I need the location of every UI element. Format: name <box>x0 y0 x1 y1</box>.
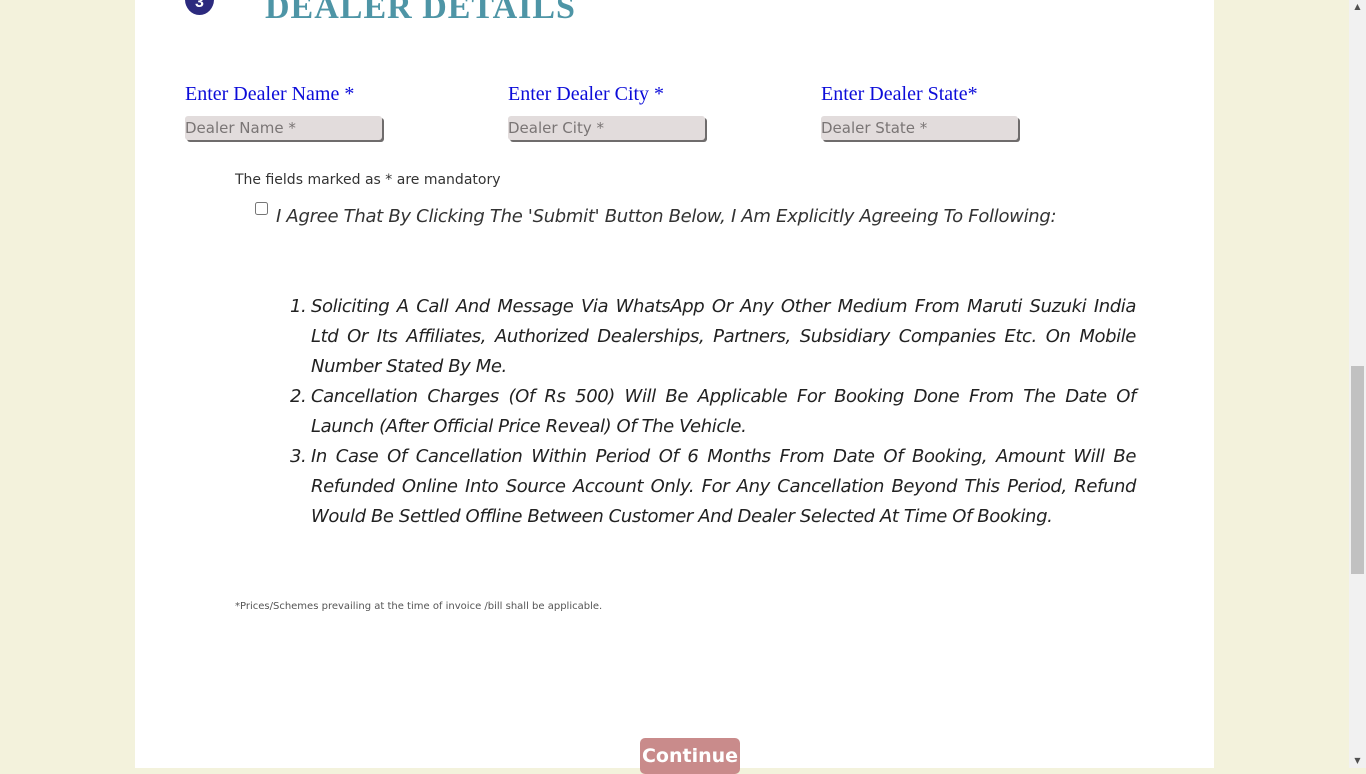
terms-list: 1. Soliciting A Call And Message Via Wha… <box>290 292 1136 532</box>
agree-text: I Agree That By Clicking The 'Submit' Bu… <box>276 206 1057 227</box>
terms-item-text: Cancellation Charges (Of Rs 500) Will Be… <box>311 386 1136 437</box>
terms-item: 3. In Case Of Cancellation Within Period… <box>290 442 1136 532</box>
mandatory-fields-note: The fields marked as * are mandatory <box>235 172 501 188</box>
terms-item: 1. Soliciting A Call And Message Via Wha… <box>290 292 1136 382</box>
scroll-up-arrow-icon[interactable]: ▲ <box>1349 0 1366 14</box>
terms-item-text: In Case Of Cancellation Within Period Of… <box>311 446 1136 527</box>
scroll-down-arrow-icon[interactable]: ▼ <box>1349 754 1366 768</box>
section-title: DEALER DETAILS <box>265 0 576 26</box>
dealer-name-input[interactable] <box>185 116 382 140</box>
price-disclaimer: *Prices/Schemes prevailing at the time o… <box>235 601 603 612</box>
scrollbar-thumb[interactable] <box>1351 366 1364 574</box>
terms-item: 2. Cancellation Charges (Of Rs 500) Will… <box>290 382 1136 442</box>
dealer-state-label: Enter Dealer State* <box>821 83 978 105</box>
dealer-city-input[interactable] <box>508 116 705 140</box>
dealer-city-label: Enter Dealer City * <box>508 83 665 105</box>
terms-item-text: Soliciting A Call And Message Via WhatsA… <box>311 296 1136 377</box>
agree-checkbox[interactable] <box>255 202 268 215</box>
terms-item-number: 3. <box>290 446 307 467</box>
continue-button[interactable]: Continue <box>640 738 740 774</box>
dealer-name-label: Enter Dealer Name * <box>185 83 355 105</box>
terms-item-number: 1. <box>290 296 307 317</box>
dealer-state-input[interactable] <box>821 116 1018 140</box>
terms-item-number: 2. <box>290 386 307 407</box>
